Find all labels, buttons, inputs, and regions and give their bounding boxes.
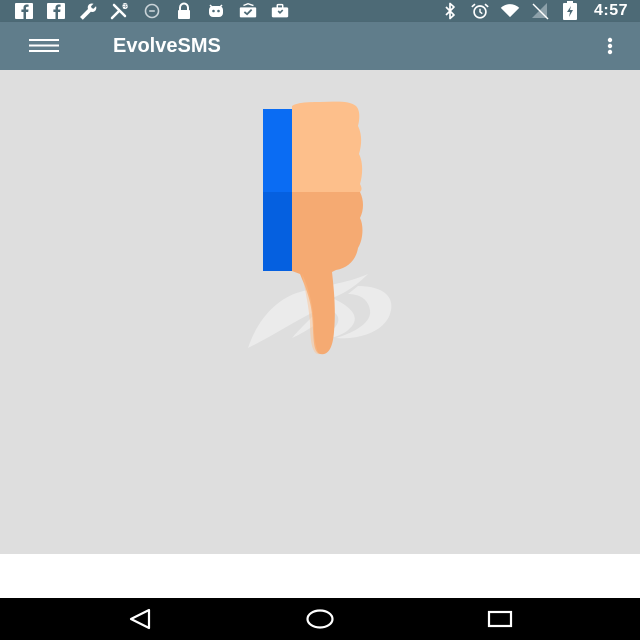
overflow-menu-icon (607, 37, 613, 55)
tools-icon: FPS (110, 2, 130, 20)
thumbs-down-illustration (240, 100, 400, 360)
data-saver-icon (142, 2, 162, 20)
home-button[interactable] (298, 603, 342, 635)
briefcase-icon (270, 2, 290, 20)
navigation-bar (0, 598, 640, 640)
facebook-icon (14, 2, 34, 20)
back-icon (129, 608, 151, 630)
back-button[interactable] (118, 603, 162, 635)
recents-icon (487, 610, 513, 628)
hand-fingers-light (292, 101, 363, 192)
main-content (0, 70, 640, 554)
android-icon (206, 2, 226, 20)
system-icons: 4:57 (440, 0, 628, 22)
home-icon (306, 609, 334, 629)
app-title: EvolveSMS (113, 35, 221, 57)
app-bar: EvolveSMS (0, 22, 640, 70)
facebook-icon (46, 2, 66, 20)
bluetooth-icon (440, 2, 460, 20)
recents-button[interactable] (478, 603, 522, 635)
no-signal-icon (530, 2, 550, 20)
notification-icons: FPS (14, 0, 290, 22)
wrench-icon (78, 2, 98, 20)
bottom-panel (0, 554, 640, 598)
svg-text:FPS: FPS (122, 4, 130, 10)
lock-icon (174, 2, 194, 20)
status-bar: FPS 4:57 (0, 0, 640, 22)
inbox-check-icon (238, 2, 258, 20)
wifi-icon (500, 2, 520, 20)
sleeve-cuff-shade (263, 192, 292, 271)
overflow-menu-button[interactable] (598, 30, 622, 62)
hamburger-menu-button[interactable] (22, 30, 66, 62)
status-clock: 4:57 (593, 2, 628, 19)
alarm-icon (470, 2, 490, 20)
hamburger-icon (29, 39, 59, 52)
battery-charging-icon (560, 1, 580, 20)
